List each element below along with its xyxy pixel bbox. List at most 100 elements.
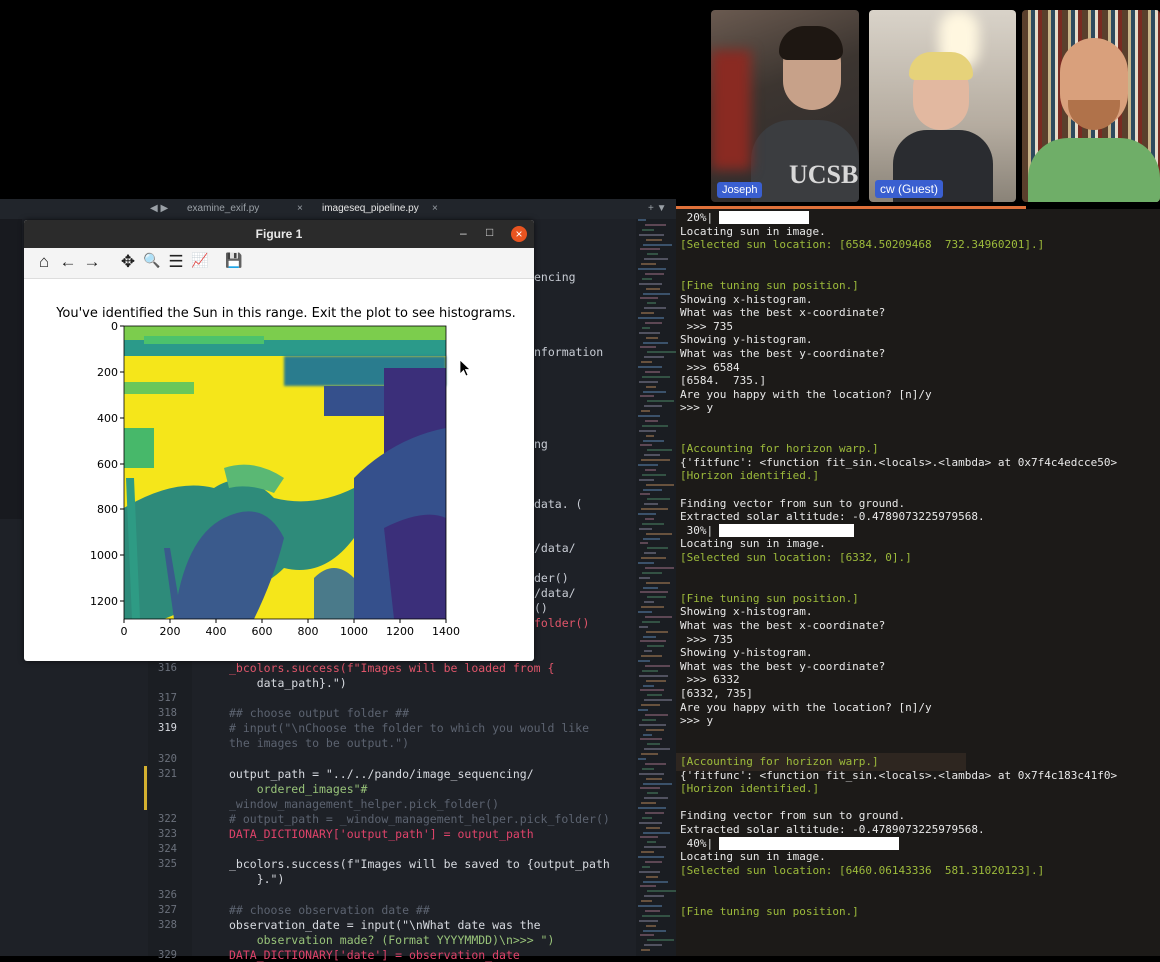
home-icon[interactable]: ⌂ [34, 252, 54, 272]
minimap-line [638, 905, 662, 907]
terminal-line: Showing x-histogram. [680, 605, 813, 619]
code-fragment: encing [534, 270, 576, 284]
tab-imageseq-pipeline[interactable]: imageseq_pipeline.py [322, 203, 419, 214]
minimap-line [639, 233, 664, 236]
pan-icon[interactable]: ✥ [118, 252, 138, 272]
forward-icon[interactable]: → [82, 252, 102, 272]
minimap-line [644, 258, 668, 261]
minimap-line [646, 679, 666, 682]
tab-actions[interactable]: + ▼ [648, 203, 667, 214]
minimap-line [645, 860, 662, 863]
x-tick-label: 800 [298, 625, 319, 638]
minimap-line [647, 498, 670, 501]
minimap-line [639, 576, 650, 579]
minimap-line [643, 635, 656, 638]
minimap-line [640, 395, 654, 398]
minimap-line [642, 865, 650, 868]
maximize-button[interactable]: □ [486, 225, 493, 239]
minimap-line [646, 483, 674, 486]
minimap-line [644, 944, 662, 947]
code-line[interactable]: the images to be output.") [229, 736, 409, 750]
code-text: _bcolors.success(f"Images will be saved … [229, 857, 610, 871]
code-line[interactable]: _bcolors.success(f"Images will be loaded… [229, 661, 554, 675]
x-tick-label: 600 [252, 625, 273, 638]
plot-title: You've identified the Sun in this range.… [55, 306, 516, 321]
x-tick-label: 1400 [432, 625, 460, 638]
figure-window[interactable]: Figure 1 – □ × ⌂ ← → ✥ 🔍 ☰ 📈 💾 You've id… [24, 220, 534, 661]
progress-bar-fill [719, 836, 899, 850]
minimap-line [646, 238, 662, 241]
minimap-line [647, 890, 676, 893]
minimap-line [640, 689, 664, 692]
code-line[interactable]: ## choose observation date ## [229, 903, 430, 917]
code-line[interactable]: data_path}.") [229, 676, 347, 690]
tab-close-icon[interactable]: × [432, 203, 438, 214]
terminal-panel[interactable]: 20%| Locating sun in image. [Selected sun … [676, 209, 1160, 956]
minimap-line [641, 802, 656, 805]
code-line[interactable]: output_path = "../../pando/image_sequenc… [229, 767, 534, 781]
terminal-line: Finding vector from sun to ground. [680, 496, 906, 510]
minimap-line [642, 424, 668, 427]
code-fragment: ng [534, 437, 548, 451]
tab-close-icon[interactable]: × [297, 203, 303, 214]
minimap-line [645, 419, 658, 422]
minimap-line [644, 846, 666, 849]
participant-hair [909, 52, 973, 80]
tab-nav-arrows[interactable]: ◀ ▶ [150, 203, 168, 214]
figure-canvas[interactable]: You've identified the Sun in this range.… [24, 278, 534, 661]
participant-name: Joseph [717, 182, 763, 198]
minimap-line [644, 503, 658, 506]
line-number: 325 [158, 858, 177, 870]
minimap-line [643, 782, 672, 785]
minimap-line [644, 601, 654, 604]
line-number: 324 [158, 843, 177, 855]
close-button[interactable]: × [511, 226, 527, 242]
editor-minimap[interactable] [636, 219, 676, 956]
code-line[interactable]: ## choose output folder ## [229, 706, 409, 720]
minimap-line [638, 268, 666, 270]
code-line[interactable]: DATA_DICTIONARY['output_path'] = output_… [229, 827, 534, 841]
minimize-button[interactable]: – [460, 226, 467, 240]
code-line[interactable]: observation made? (Format YYYYMMDD)\n>>>… [229, 933, 555, 947]
minimap-line [639, 772, 664, 775]
save-icon[interactable]: 💾 [224, 252, 244, 269]
minimap-line [647, 645, 664, 648]
code-line[interactable]: }.") [229, 872, 285, 886]
minimap-line [643, 880, 668, 883]
code-line[interactable]: # input("\nChoose the folder to which yo… [229, 721, 589, 735]
edit-axis-icon[interactable]: 📈 [190, 252, 210, 269]
code-text: _bcolors.success(f"Images will be loaded… [229, 661, 555, 675]
tab-examine-exif[interactable]: examine_exif.py [187, 203, 259, 214]
figure-title-bar[interactable]: Figure 1 – □ × [24, 220, 534, 248]
code-line[interactable]: _window_management_helper.pick_folder() [229, 797, 499, 811]
minimap-line [639, 625, 648, 628]
code-line[interactable]: DATA_DICTIONARY['date'] = observation_da… [229, 948, 520, 962]
minimap-line [643, 929, 666, 932]
progress-bar-fill [719, 523, 854, 537]
minimap-line [647, 253, 658, 256]
minimap-line [647, 743, 660, 746]
minimap-line [644, 699, 672, 702]
minimap-line [641, 557, 666, 560]
code-line[interactable]: ordered_images"# [229, 782, 368, 796]
minimap-line [643, 733, 652, 736]
line-number: 316 [158, 662, 177, 674]
configure-subplots-icon[interactable]: ☰ [166, 252, 186, 272]
code-line[interactable]: _bcolors.success(f"Images will be saved … [229, 857, 610, 871]
minimap-line [638, 464, 658, 466]
code-line[interactable]: # output_path = _window_management_helpe… [229, 812, 610, 826]
zoom-icon[interactable]: 🔍 [142, 252, 162, 269]
terminal-line: {'fitfunc': <function fit_sin.<locals>.<… [680, 768, 1118, 782]
terminal-line: [Accounting for horizon warp.] [680, 442, 879, 456]
minimap-line [646, 434, 654, 437]
minimap-line [646, 777, 662, 780]
terminal-line: >>> 735 [680, 319, 733, 333]
back-icon[interactable]: ← [58, 252, 78, 272]
minimap-line [641, 753, 658, 756]
code-text: DATA_DICTIONARY['date'] = observation_da… [229, 948, 520, 962]
minimap-line [643, 341, 668, 344]
minimap-line [643, 243, 672, 246]
code-text: DATA_DICTIONARY['output_path'] = output_… [229, 827, 534, 841]
terminal-line: [Fine tuning sun position.] [680, 904, 859, 918]
code-line[interactable]: observation_date = input("\nWhat date wa… [229, 918, 541, 932]
